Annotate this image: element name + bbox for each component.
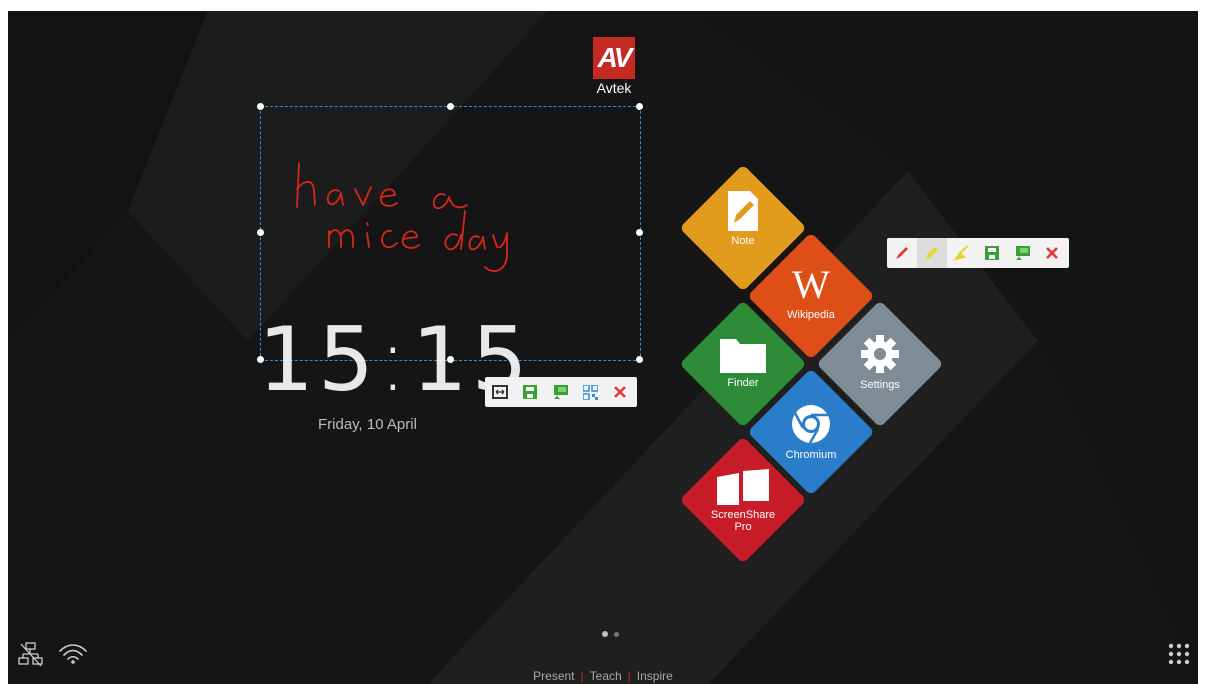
folder-icon [720,339,766,373]
wifi-icon[interactable] [58,643,88,665]
eraser-icon [954,245,969,261]
presentation-icon [554,385,568,399]
clock-date: Friday, 10 April [318,416,417,433]
avtek-logo: AV Avtek [591,37,637,96]
highlighter-icon [926,247,938,259]
tile-screenshare-content[interactable]: ScreenShare Pro [683,469,803,533]
tile-screenshare-label-2: Pro [734,521,752,533]
tile-wikipedia-label: Wikipedia [787,309,835,321]
close-icon [614,386,626,398]
page-dot[interactable] [614,632,619,637]
fullscreen-icon [492,385,508,399]
fullscreen-button[interactable] [485,377,515,407]
status-icons [18,641,88,667]
note-icon [728,191,758,231]
page-dot-active[interactable] [602,631,608,637]
app-drawer-icon[interactable] [1168,643,1190,665]
slogan-inspire: Inspire [636,669,673,683]
pen-toolbar [887,238,1069,268]
network-disconnected-icon[interactable] [18,641,44,667]
tile-screenshare-label-1: ScreenShare [710,509,776,521]
eraser-button[interactable] [947,238,977,268]
pen-save-button[interactable] [977,238,1007,268]
save-icon [985,246,999,260]
tile-finder-label: Finder [727,377,759,389]
slogan-separator: | [627,669,631,683]
close-selection-button[interactable] [605,377,635,407]
tile-finder-content[interactable]: Finder [683,335,803,389]
clock-hours: 15 [258,308,378,411]
slogan-separator: | [580,669,584,683]
save-button[interactable] [515,377,545,407]
chromium-icon [792,405,830,444]
tile-settings-label: Settings [860,379,900,391]
footer-slogan: Present | Teach | Inspire [8,669,1198,683]
pen-icon [896,247,908,259]
tile-settings-content[interactable]: Settings [820,333,940,391]
tile-wikipedia-content[interactable]: W Wikipedia [751,262,871,322]
qr-code-icon [582,384,598,400]
tile-note-label: Note [731,235,755,247]
close-icon [1046,247,1058,259]
pen-close-button[interactable] [1037,238,1067,268]
avtek-logo-mark: AV [593,37,635,79]
page-indicator [602,624,625,642]
slogan-teach: Teach [589,669,622,683]
selection-toolbar [485,377,637,407]
save-icon [523,385,537,399]
gear-icon [861,335,899,373]
tile-chromium-content[interactable]: Chromium [751,403,871,461]
presentation-icon [1016,246,1030,260]
highlighter-button[interactable] [917,238,947,268]
pen-present-button[interactable] [1007,238,1037,268]
present-button[interactable] [545,377,575,407]
slogan-present: Present [533,669,575,683]
pen-button[interactable] [887,238,917,268]
tile-note-content[interactable]: Note [683,191,803,247]
desktop-screen: AV Avtek 15:15 Friday, 10 April Note W W… [8,11,1198,684]
wikipedia-icon: W [792,262,830,307]
tile-chromium-label: Chromium [785,449,837,461]
qr-code-button[interactable] [575,377,605,407]
screenshare-icon [717,469,769,505]
avtek-logo-name: Avtek [596,80,632,96]
